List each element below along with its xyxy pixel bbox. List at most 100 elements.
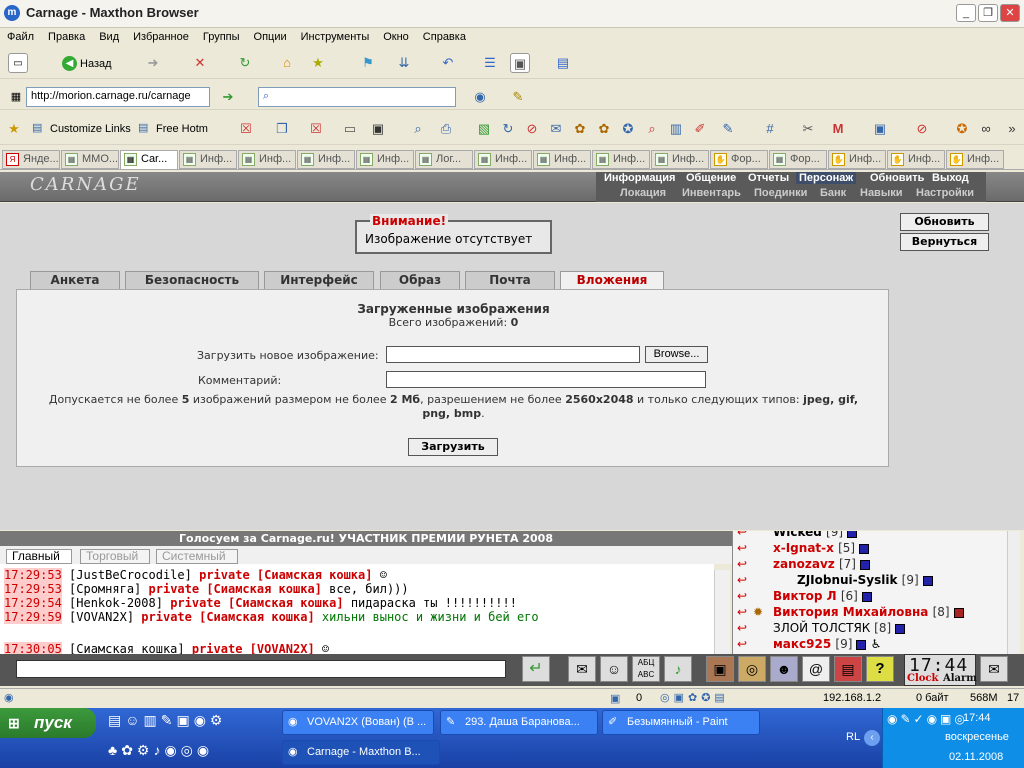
tab-mail[interactable]: Почта bbox=[465, 271, 555, 289]
reload-icon[interactable]: ↻ bbox=[498, 119, 518, 139]
info-icon[interactable] bbox=[861, 591, 872, 602]
eraser-icon[interactable]: ✐ bbox=[690, 119, 710, 139]
chevron-right-icon[interactable]: » bbox=[1002, 119, 1022, 139]
browser-tab[interactable]: ✋ Фор... bbox=[710, 150, 768, 169]
undo-icon[interactable]: ↶ bbox=[438, 53, 458, 73]
private-arrow-icon[interactable]: ↩ bbox=[737, 605, 747, 619]
palette-icon[interactable]: ✿ bbox=[570, 119, 590, 139]
private-arrow-icon[interactable]: ↩ bbox=[737, 531, 747, 539]
info-icon[interactable] bbox=[922, 575, 933, 586]
minimize-button[interactable]: _ bbox=[956, 4, 976, 22]
info-icon[interactable] bbox=[859, 559, 870, 570]
browser-tab[interactable]: ▦ Инф... bbox=[179, 150, 237, 169]
browser-tab[interactable]: Я Янде... bbox=[2, 150, 60, 169]
browser-tab[interactable]: ▦ Инф... bbox=[297, 150, 355, 169]
refresh-icon[interactable]: ↻ bbox=[235, 53, 255, 73]
book-icon[interactable]: ▤ bbox=[834, 656, 862, 682]
grid-icon[interactable]: # bbox=[760, 119, 780, 139]
camera-icon[interactable]: ▥ bbox=[666, 119, 686, 139]
chat-input[interactable] bbox=[16, 660, 506, 678]
go-icon[interactable]: ➔ bbox=[218, 87, 238, 107]
private-arrow-icon[interactable]: ↩ bbox=[737, 541, 747, 555]
send-icon[interactable]: ↵ bbox=[522, 656, 550, 682]
chat-tab-main[interactable]: Главный bbox=[6, 549, 72, 564]
browser-tab[interactable]: ✋ Инф... bbox=[887, 150, 945, 169]
sidebar-icon[interactable]: ☰ bbox=[480, 53, 500, 73]
nav-exit[interactable]: Выход bbox=[932, 172, 969, 184]
chat-scrollbar[interactable] bbox=[714, 570, 730, 654]
gmail-icon[interactable]: M bbox=[828, 119, 848, 139]
task-paint[interactable]: ✐ Безымянный - Paint bbox=[602, 710, 760, 735]
tab-interface[interactable]: Интерфейс bbox=[264, 271, 374, 289]
home-icon[interactable]: ⌂ bbox=[277, 53, 297, 73]
restore-icon[interactable]: ❐ bbox=[272, 119, 292, 139]
private-arrow-icon[interactable]: ↩ bbox=[737, 557, 747, 571]
quick-launch-bottom[interactable]: ♣✿⚙♪◉◎◉ bbox=[108, 742, 268, 764]
menu-favorites[interactable]: Избранное bbox=[126, 28, 196, 43]
customize-links[interactable]: ▤ Customize Links bbox=[32, 122, 131, 135]
window-icon[interactable]: ▤ bbox=[553, 53, 573, 73]
menu-file[interactable]: Файл bbox=[0, 28, 41, 43]
browser-tab[interactable]: ▦ Инф... bbox=[651, 150, 709, 169]
stop-icon[interactable]: ✕ bbox=[190, 53, 210, 73]
nav-social[interactable]: Общение bbox=[686, 172, 736, 184]
info-icon[interactable] bbox=[856, 639, 867, 650]
help-icon[interactable]: ? bbox=[866, 656, 894, 682]
browse-button[interactable]: Browse... bbox=[645, 346, 708, 363]
save-icon[interactable]: ▭ bbox=[340, 119, 360, 139]
disk-icon[interactable]: ▣ bbox=[368, 119, 388, 139]
nav-location[interactable]: Локация bbox=[620, 187, 666, 199]
nav-fights[interactable]: Поединки bbox=[754, 187, 807, 199]
hotmail-link[interactable]: ▤ Free Hotm bbox=[138, 122, 208, 135]
tray-time[interactable]: 17:44 bbox=[963, 712, 991, 724]
globe-icon[interactable]: ◉ bbox=[470, 87, 490, 107]
user-item[interactable]: ↩ ЗЛОЙ ТОЛСТЯК [8] bbox=[733, 621, 1008, 637]
user-item[interactable]: ↩ макс925 [9] ♿ bbox=[733, 637, 1008, 653]
groups-icon[interactable]: ⚑ bbox=[358, 53, 378, 73]
status-tools-icon[interactable]: ◎▣✿✪▤ bbox=[660, 691, 729, 704]
menu-help[interactable]: Справка bbox=[416, 28, 473, 43]
close-all-icon[interactable]: ☒ bbox=[306, 119, 326, 139]
new-page-icon[interactable]: ▭ bbox=[8, 53, 28, 73]
browser-tab[interactable]: ✋ Инф... bbox=[828, 150, 886, 169]
image-icon[interactable]: ▧ bbox=[474, 119, 494, 139]
alarm-label[interactable]: Alarm bbox=[943, 673, 977, 684]
private-arrow-icon[interactable]: ↩ bbox=[737, 637, 747, 651]
highlighter-icon[interactable]: ✎ bbox=[508, 87, 528, 107]
upload-file-input[interactable] bbox=[386, 346, 640, 363]
back-game-button[interactable]: Вернуться bbox=[900, 233, 989, 251]
tab-profile[interactable]: Анкета bbox=[30, 271, 120, 289]
user-item[interactable]: ↩ ZJIobnui-Syslik [9] bbox=[733, 573, 1008, 589]
browser-tab[interactable]: ▦ Инф... bbox=[592, 150, 650, 169]
browser-tab[interactable]: ▦ Инф... bbox=[533, 150, 591, 169]
user-list-scrollbar[interactable] bbox=[1007, 531, 1020, 654]
browser-tab[interactable]: ✋ Инф... bbox=[946, 150, 1004, 169]
safari-icon[interactable]: ✪ bbox=[952, 119, 972, 139]
tools-icon[interactable]: ✂ bbox=[798, 119, 818, 139]
info-icon[interactable] bbox=[847, 531, 858, 538]
nav-skills[interactable]: Навыки bbox=[860, 187, 903, 199]
people-icon[interactable]: ☻ bbox=[770, 656, 798, 682]
nav-character[interactable]: Персонаж bbox=[796, 172, 857, 184]
mail-icon[interactable]: ✉ bbox=[546, 119, 566, 139]
compass-icon[interactable]: ✪ bbox=[618, 119, 638, 139]
upload-button[interactable]: Загрузить bbox=[408, 438, 498, 456]
user-item[interactable]: ↩ ✹ Виктория Михайловна [8] bbox=[733, 605, 1008, 621]
browser-tab[interactable]: ▦ Инф... bbox=[356, 150, 414, 169]
print-icon[interactable]: ⎙ bbox=[436, 119, 456, 139]
task-dasha[interactable]: ✎ 293. Даша Баранова... bbox=[440, 710, 598, 735]
glasses-icon[interactable]: ∞ bbox=[976, 119, 996, 139]
refresh-button[interactable]: Обновить bbox=[900, 213, 989, 231]
tab-icon[interactable]: ▣ bbox=[870, 119, 890, 139]
address-input[interactable]: http://morion.carnage.ru/carnage bbox=[26, 87, 210, 107]
browser-tab[interactable]: ▦ Лог... bbox=[415, 150, 473, 169]
popup-icon[interactable]: ▣ bbox=[610, 692, 620, 705]
menu-options[interactable]: Опции bbox=[247, 28, 294, 43]
no-icon[interactable]: ⊘ bbox=[912, 119, 932, 139]
menu-groups[interactable]: Группы bbox=[196, 28, 247, 43]
favorites-icon[interactable]: ★ bbox=[308, 53, 328, 73]
back-button[interactable]: ◀ Назад bbox=[62, 54, 112, 74]
block-icon[interactable]: ⊘ bbox=[522, 119, 542, 139]
user-item[interactable]: ↩ x-Ignat-x [5] bbox=[733, 541, 1008, 557]
tab-image[interactable]: Образ bbox=[380, 271, 460, 289]
